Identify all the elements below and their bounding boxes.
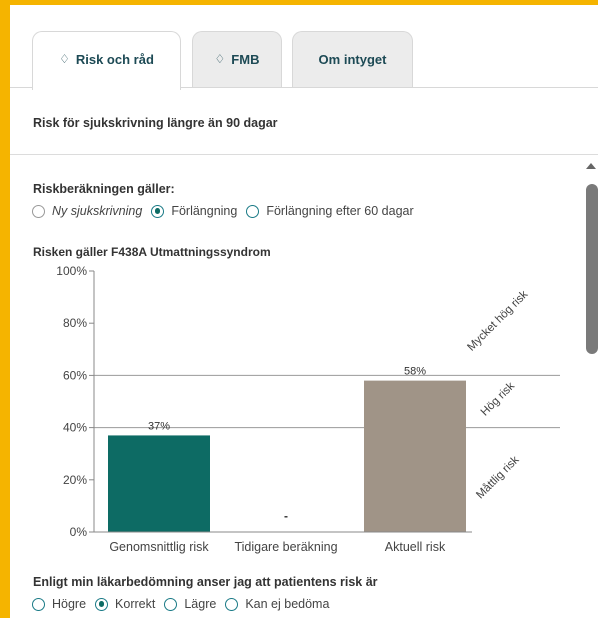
bar-value-label: 58% [404, 366, 426, 378]
radio-label: Kan ej bedöma [245, 597, 330, 611]
assessment-radio-group: Högre Korrekt Lägre Kan ej bedöma [32, 597, 338, 611]
scrollbar-thumb[interactable] [586, 184, 598, 354]
radio-label: Lägre [184, 597, 217, 611]
radio-forlangning-60[interactable]: Förlängning efter 60 dagar [246, 204, 414, 218]
radio-circle-icon[interactable] [32, 204, 45, 218]
x-tick-label: Genomsnittlig risk [109, 540, 209, 554]
risk-calc-radio-group: Ny sjukskrivning Förlängning Förlängning… [32, 204, 423, 218]
risk-zone-label: Mycket hög risk [465, 288, 530, 353]
radio-ny-sjukskrivning[interactable]: Ny sjukskrivning [32, 204, 142, 218]
accent-border-left [0, 0, 10, 618]
radio-lagre[interactable]: Lägre [164, 597, 216, 611]
x-tick-label: Tidigare beräkning [234, 540, 337, 554]
radio-label: Ny sjukskrivning [52, 204, 143, 218]
radio-circle-icon[interactable] [246, 204, 260, 218]
bar-value-label: 37% [148, 420, 170, 432]
bar [108, 435, 210, 532]
radio-checked-icon[interactable] [95, 597, 109, 611]
section-title: Risk för sjukskrivning längre än 90 daga… [33, 116, 278, 130]
risk-panel: ♢ Risk och råd ♢ FMB Om intyget Risk för… [10, 5, 598, 618]
y-tick-label: 60% [63, 368, 87, 382]
tab-bar: ♢ Risk och råd ♢ FMB Om intyget [10, 5, 598, 90]
radio-forlangning[interactable]: Förlängning [151, 204, 237, 218]
radio-korrekt[interactable]: Korrekt [95, 597, 155, 611]
y-tick-label: 0% [70, 525, 88, 539]
risk-calc-label: Riskberäkningen gäller: [33, 182, 175, 196]
radio-circle-icon[interactable] [225, 597, 239, 611]
risk-zone-label: Hög risk [479, 380, 517, 418]
y-tick-label: 20% [63, 473, 87, 487]
risk-bar-chart: 0% 20% 40% 60% 80% 100% 37% Genomsnittlig risk -… [56, 264, 560, 554]
tab-label: Risk och råd [75, 52, 154, 67]
chart-title: Risken gäller F438A Utmattningssyndrom [33, 245, 271, 259]
radio-label: Högre [52, 597, 87, 611]
lightbulb-icon: ♢ [59, 52, 70, 66]
scroll-content[interactable]: Riskberäkningen gäller: Ny sjukskrivning… [10, 156, 598, 618]
bar [364, 380, 466, 532]
scroll-up-arrow-icon[interactable] [586, 163, 596, 169]
radio-label: Korrekt [115, 597, 156, 611]
radio-circle-icon[interactable] [164, 597, 178, 611]
section-header: Risk för sjukskrivning längre än 90 daga… [10, 88, 598, 155]
tab-label: Om intyget [318, 52, 387, 67]
tab-label: FMB [231, 52, 260, 67]
radio-label: Förlängning [171, 204, 238, 218]
x-tick-label: Aktuell risk [385, 540, 446, 554]
radio-circle-icon[interactable] [32, 597, 45, 611]
assessment-label: Enligt min läkarbedömning anser jag att … [33, 575, 378, 589]
bar-value-label: - [284, 509, 288, 523]
radio-label: Förlängning efter 60 dagar [266, 204, 414, 218]
y-tick-label: 100% [56, 264, 87, 278]
y-tick-label: 40% [63, 421, 87, 435]
tab-fmb[interactable]: ♢ FMB [192, 31, 282, 88]
risk-zone-label: Måttlig risk [474, 454, 522, 502]
tab-om-intyget[interactable]: Om intyget [292, 31, 413, 88]
y-tick-label: 80% [63, 316, 87, 330]
radio-kan-ej-bedoma[interactable]: Kan ej bedöma [225, 597, 329, 611]
lightbulb-icon: ♢ [214, 52, 226, 66]
tab-risk-och-rad[interactable]: ♢ Risk och råd [32, 31, 181, 90]
radio-hogre[interactable]: Högre [32, 597, 86, 611]
radio-checked-icon[interactable] [151, 204, 165, 218]
